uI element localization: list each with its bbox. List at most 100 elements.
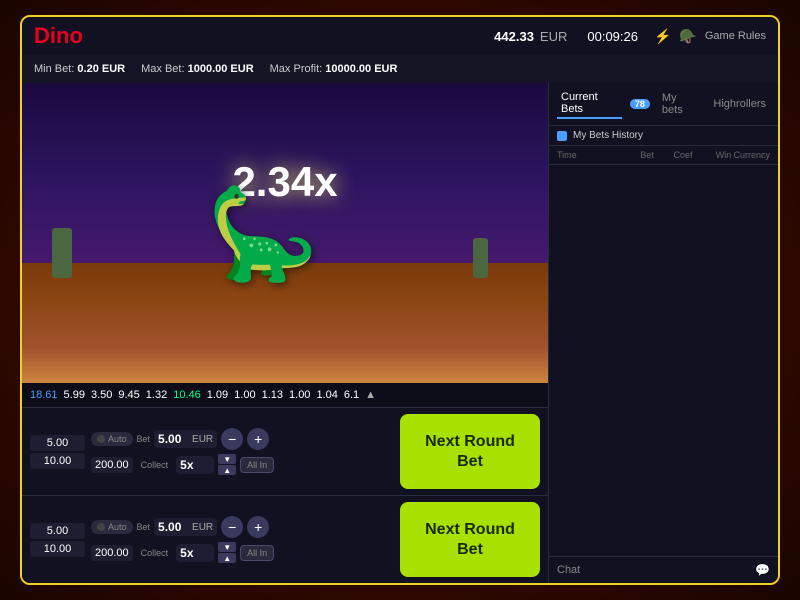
bet-top-val: 5.00 xyxy=(30,523,85,539)
bets-count-badge: 78 xyxy=(630,99,650,109)
tab-current-bets[interactable]: Current Bets xyxy=(557,89,622,119)
collect-input-area: 5x xyxy=(176,456,214,474)
col-header-bet: Bet xyxy=(615,150,654,160)
all-in-button[interactable]: All In xyxy=(240,457,274,473)
helmet-icon[interactable]: 🪖 xyxy=(679,28,696,45)
odd-item: 10.46 xyxy=(173,389,201,401)
game-canvas: 2.34x 🦕 xyxy=(22,83,548,383)
odd-item: 5.99 xyxy=(64,389,85,401)
balance-area: 442.33 EUR xyxy=(494,29,567,44)
history-label: My Bets History xyxy=(573,130,643,141)
odd-item: 9.45 xyxy=(118,389,139,401)
odd-item: 6.1 xyxy=(344,389,359,401)
bet-increase-button[interactable]: + xyxy=(247,516,269,538)
collect-val: 5x xyxy=(180,546,210,560)
max-profit-info: Max Profit: 10000.00 EUR xyxy=(270,63,398,75)
collect-label: Collect xyxy=(141,548,169,558)
odd-item: 1.04 xyxy=(316,389,337,401)
auto-toggle[interactable]: Auto xyxy=(91,520,133,534)
next-round-bet-button[interactable]: Next Round Bet xyxy=(400,414,540,489)
bet-left-col: 5.00 10.00 xyxy=(30,435,85,469)
collect-down-button[interactable]: ▲ xyxy=(218,465,236,475)
top-bar: Dino 442.33 EUR 00:09:26 ⚡ 🪖 Game Rules xyxy=(22,17,778,55)
history-header: My Bets History xyxy=(549,126,778,146)
odd-item: 18.61 xyxy=(30,389,58,401)
bet-currency: EUR xyxy=(192,434,213,445)
main-container: Dino 442.33 EUR 00:09:26 ⚡ 🪖 Game Rules … xyxy=(20,15,780,585)
game-rules-button[interactable]: Game Rules xyxy=(705,30,766,42)
odd-item: 1.13 xyxy=(262,389,283,401)
bet-bottom-val: 10.00 xyxy=(30,453,85,469)
collect-top-val: 200.00 xyxy=(91,457,133,473)
balance-amount: 442.33 xyxy=(494,29,534,44)
col-header-time: Time xyxy=(557,150,615,160)
bet-amount-row: Auto Bet 5.00 EUR − + xyxy=(91,428,394,450)
bet-top-val: 5.00 xyxy=(30,435,85,451)
bet-amount: 5.00 xyxy=(158,432,188,446)
next-round-bet-button[interactable]: Next Round Bet xyxy=(400,502,540,577)
odd-item: 1.00 xyxy=(289,389,310,401)
history-dot xyxy=(557,131,567,141)
table-body xyxy=(549,165,778,556)
chat-bar: Chat 💬 xyxy=(549,556,778,583)
bet-amount-row: Auto Bet 5.00 EUR − + xyxy=(91,516,394,538)
bet-bottom-val: 10.00 xyxy=(30,541,85,557)
timer: 00:09:26 xyxy=(587,29,638,44)
right-panel: Current Bets 78 My bets Highrollers My Bets… xyxy=(548,83,778,583)
min-bet-info: Min Bet: 0.20 EUR xyxy=(34,63,125,75)
odds-strip: 18.61 5.99 3.50 9.45 1.32 10.46 1.09 1.00 1.13 1.… xyxy=(22,383,548,407)
collect-up-button[interactable]: ▼ xyxy=(218,454,236,464)
bet-decrease-button[interactable]: − xyxy=(221,516,243,538)
collect-down-button[interactable]: ▲ xyxy=(218,553,236,563)
bet-decrease-button[interactable]: − xyxy=(221,428,243,450)
bet-label: Bet xyxy=(137,522,151,532)
col-header-currency: Currency xyxy=(731,150,770,160)
collect-up-button[interactable]: ▼ xyxy=(218,542,236,552)
info-bar: Min Bet: 0.20 EUR Max Bet: 1000.00 EUR M… xyxy=(22,55,778,83)
bet-increase-button[interactable]: + xyxy=(247,428,269,450)
cactus-left xyxy=(52,228,72,278)
auto-toggle[interactable]: Auto xyxy=(91,432,133,446)
bet-center: Auto Bet 5.00 EUR − + 200.00 Collect 5x … xyxy=(91,516,394,563)
bet-currency: EUR xyxy=(192,522,213,533)
all-in-button[interactable]: All In xyxy=(240,545,274,561)
bet-amount: 5.00 xyxy=(158,520,188,534)
auto-label: Auto xyxy=(108,434,127,444)
bet-center: Auto Bet 5.00 EUR − + 200.00 Collect 5x … xyxy=(91,428,394,475)
tabs-row: Current Bets 78 My bets Highrollers xyxy=(549,83,778,126)
tab-my-bets[interactable]: My bets xyxy=(658,90,702,118)
bet-label: Bet xyxy=(137,434,151,444)
tab-highrollers[interactable]: Highrollers xyxy=(709,96,770,112)
auto-dot xyxy=(97,523,105,531)
bet-input-area: 5.00 EUR xyxy=(154,518,217,536)
col-header-coef: Coef xyxy=(654,150,693,160)
currency-label: EUR xyxy=(540,29,567,44)
bet-input-area: 5.00 EUR xyxy=(154,430,217,448)
betting-panels: 5.00 10.00 Auto Bet 5.00 EUR − + 200.00 … xyxy=(22,407,548,583)
collect-arrows: ▼ ▲ xyxy=(218,542,236,563)
odd-item: 1.00 xyxy=(234,389,255,401)
max-bet-info: Max Bet: 1000.00 EUR xyxy=(141,63,254,75)
collect-val: 5x xyxy=(180,458,210,472)
odds-expand-button[interactable]: ▲ xyxy=(365,389,376,401)
header-icons: 00:09:26 ⚡ 🪖 Game Rules xyxy=(587,28,766,45)
chat-label: Chat xyxy=(557,564,580,576)
content-area: 2.34x 🦕 18.61 5.99 3.50 9.45 1.32 10.46 1.09 1.… xyxy=(22,83,778,583)
odd-item: 1.09 xyxy=(207,389,228,401)
odd-item: 1.32 xyxy=(146,389,167,401)
cactus-right xyxy=(473,238,488,278)
odd-item: 3.50 xyxy=(91,389,112,401)
bet-panel-2: 5.00 10.00 Auto Bet 5.00 EUR − + 200.00 … xyxy=(22,495,548,583)
dino-character: 🦕 xyxy=(207,182,319,287)
col-header-win: Win xyxy=(693,150,732,160)
collect-top-val: 200.00 xyxy=(91,545,133,561)
collect-label: Collect xyxy=(141,460,169,470)
bet-left-col: 5.00 10.00 xyxy=(30,523,85,557)
app-logo: Dino xyxy=(34,23,83,49)
collect-input-area: 5x xyxy=(176,544,214,562)
lightning-icon[interactable]: ⚡ xyxy=(654,28,671,45)
collect-row: 200.00 Collect 5x ▼ ▲ All In xyxy=(91,454,394,475)
chat-icon[interactable]: 💬 xyxy=(755,563,770,577)
collect-arrows: ▼ ▲ xyxy=(218,454,236,475)
left-panel: 2.34x 🦕 18.61 5.99 3.50 9.45 1.32 10.46 1.09 1.… xyxy=(22,83,548,583)
